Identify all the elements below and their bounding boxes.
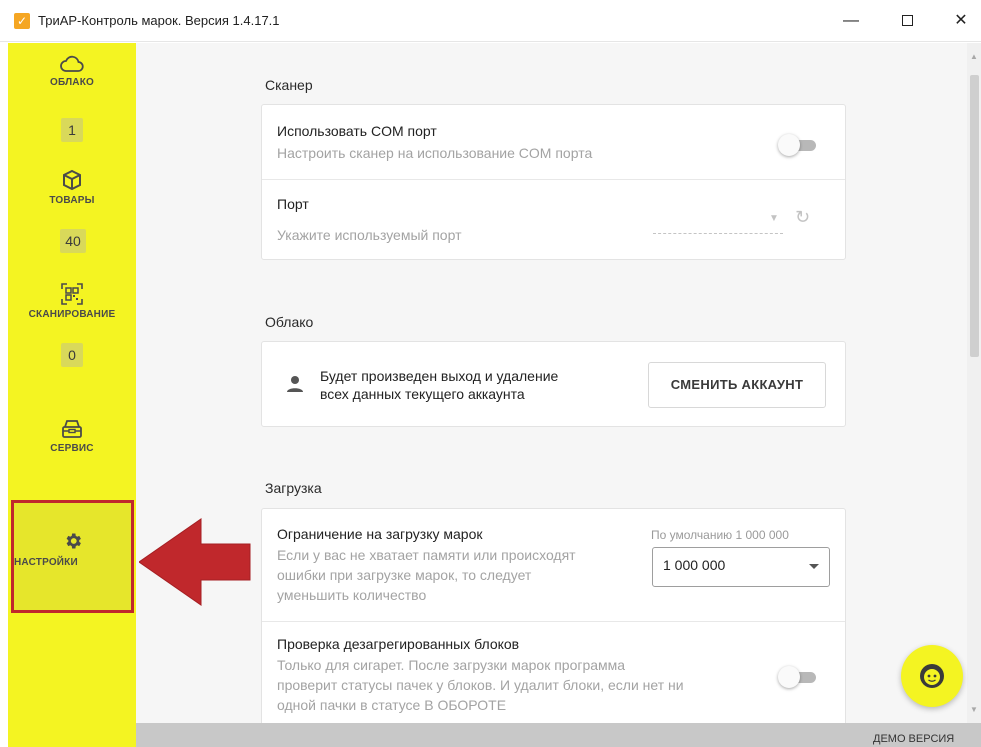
marks-limit-description-1: Если у вас не хватает памяти или происхо… [277,547,576,563]
disaggregated-description-2: проверит статусы пачек у блоков. И удали… [277,677,684,693]
com-port-toggle[interactable] [778,134,820,156]
disaggregated-blocks-label: Проверка дезагрегированных блоков [277,636,520,652]
sidebar-item-settings[interactable]: НАСТРОЙКИ [11,500,134,613]
default-limit-hint: По умолчанию 1 000 000 [651,528,789,542]
cloud-section-title: Облако [265,314,314,330]
marks-limit-value: 1 000 000 [663,557,726,573]
port-select[interactable] [653,233,783,234]
sidebar-item-label: НАСТРОЙКИ [14,557,78,568]
qr-scan-icon [61,283,83,305]
sidebar-item-goods[interactable]: ТОВАРЫ [8,169,136,206]
marks-limit-description-3: уменьшить количество [277,587,427,603]
divider [262,621,845,622]
cloud-count-badge: 1 [61,118,83,142]
logout-warning-line1: Будет произведен выход и удаление [320,368,559,384]
port-label: Порт [277,196,309,212]
scroll-up-icon[interactable]: ▲ [970,52,978,61]
sidebar-item-scanning[interactable]: СКАНИРОВАНИЕ [8,283,136,320]
support-button[interactable] [901,645,963,707]
refresh-ports-icon[interactable]: ↻ [795,207,810,228]
gear-icon [66,533,81,549]
sidebar: ОБЛАКО 1 ТОВАРЫ 40 СКАНИРОВАНИЕ 0 СЕРВИС [8,43,136,747]
user-icon [287,376,303,392]
goods-count-badge: 40 [60,229,86,253]
scanning-count-badge: 0 [61,343,83,367]
title-bar: ✓ ТриАР-Контроль марок. Версия 1.4.17.1 … [0,0,981,42]
scrollbar-thumb[interactable] [970,75,979,357]
service-icon [62,420,82,438]
maximize-icon [901,15,913,27]
com-port-label: Использовать COM порт [277,123,437,139]
divider [262,179,845,180]
demo-version-label: ДЕМО ВЕРСИЯ [873,733,955,745]
port-placeholder: Укажите используемый порт [277,227,462,243]
loading-card: Ограничение на загрузку марок Если у вас… [261,508,846,738]
disaggregated-description-3: одной пачки в статусе В ОБОРОТЕ [277,697,507,713]
minimize-button[interactable]: — [828,6,874,36]
marks-limit-label: Ограничение на загрузку марок [277,526,483,542]
loading-section-title: Загрузка [265,480,322,496]
disaggregated-toggle[interactable] [778,666,820,688]
switch-account-button[interactable]: СМЕНИТЬ АККАУНТ [648,362,826,408]
logout-warning-line2: всех данных текущего аккаунта [320,386,525,402]
marks-limit-select[interactable]: 1 000 000 [652,547,830,587]
com-port-description: Настроить сканер на использование COM по… [277,145,593,161]
sidebar-item-service[interactable]: СЕРВИС [8,419,136,454]
support-agent-icon [920,664,944,688]
window-title: ТриАР-Контроль марок. Версия 1.4.17.1 [38,13,280,28]
sidebar-item-cloud[interactable]: ОБЛАКО [8,55,136,88]
maximize-button[interactable] [884,6,930,36]
port-dropdown-arrow-icon[interactable]: ▼ [769,213,779,224]
close-button[interactable]: ✕ [938,6,981,36]
red-pointer-arrow-icon [139,518,251,606]
scanner-section-title: Сканер [265,77,313,93]
sidebar-item-label: СЕРВИС [50,443,94,454]
scanner-card: Использовать COM порт Настроить сканер н… [261,104,846,260]
box-icon [63,169,81,191]
chevron-down-icon [809,564,819,569]
app-logo-icon: ✓ [14,13,30,29]
sidebar-item-label: ОБЛАКО [49,77,95,88]
marks-limit-description-2: ошибки при загрузке марок, то следует [277,567,532,583]
sidebar-item-label: ТОВАРЫ [49,195,95,206]
sidebar-item-label: СКАНИРОВАНИЕ [28,309,116,320]
scroll-down-icon[interactable]: ▼ [970,705,978,714]
disaggregated-description-1: Только для сигарет. После загрузки марок… [277,657,626,673]
status-bar [136,723,981,747]
cloud-icon [60,55,84,72]
